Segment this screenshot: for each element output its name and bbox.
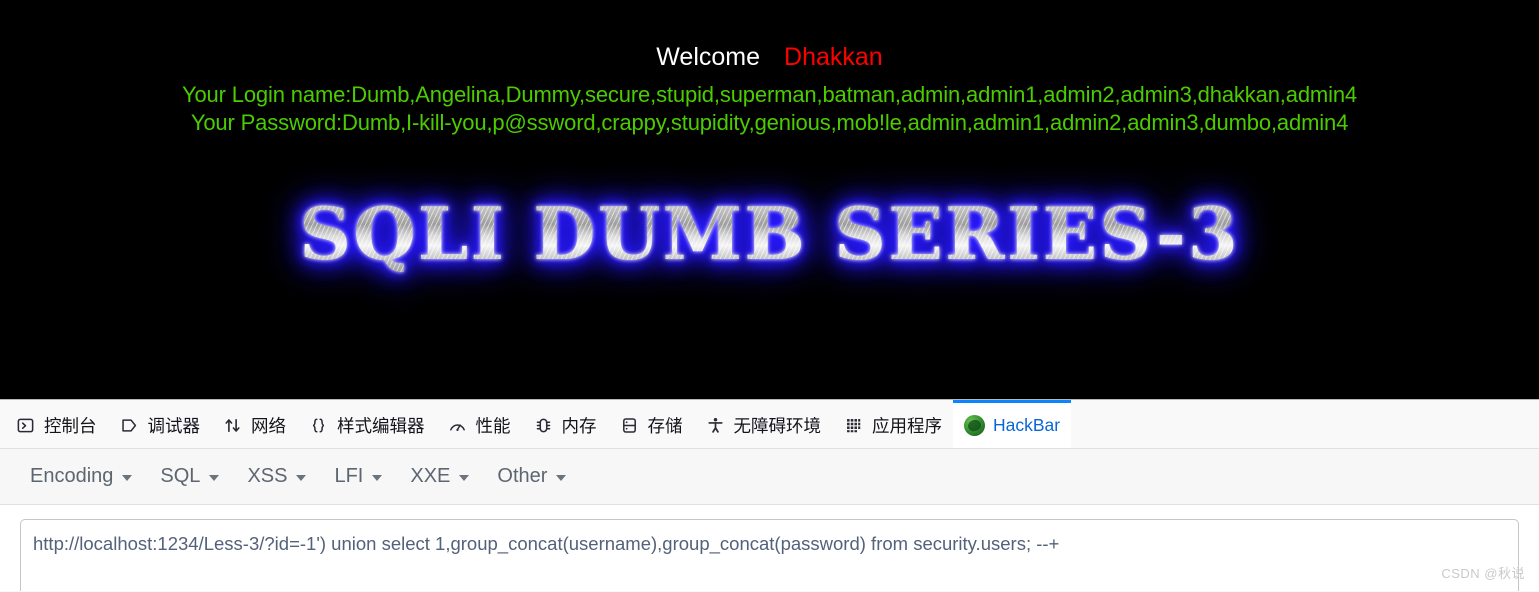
chevron-down-icon xyxy=(556,475,567,481)
tab-hackbar-label: HackBar xyxy=(993,415,1061,435)
hackbar-icon xyxy=(964,415,985,436)
sqli-logo-banner: SQLI DUMB SERIES-3 xyxy=(0,186,1539,306)
tab-debugger[interactable]: 调试器 xyxy=(108,400,212,448)
tab-style-editor-label: 样式编辑器 xyxy=(337,416,425,436)
menu-sql-label: SQL xyxy=(160,465,201,487)
tab-memory[interactable]: 内存 xyxy=(522,400,608,448)
console-icon xyxy=(15,415,36,436)
chevron-down-icon xyxy=(459,475,470,481)
web-page-content: Welcome Dhakkan Your Login name:Dumb,Ange… xyxy=(0,0,1539,399)
chevron-down-icon xyxy=(372,475,383,481)
sqli-logo-text: SQLI DUMB SERIES-3 xyxy=(299,186,1240,282)
debugger-icon xyxy=(119,415,140,436)
devtools-panel: 控制台 调试器 网络 样式编辑器 性能 内存 存储 无障碍环境 应用程序 Hac… xyxy=(0,399,1539,592)
tab-performance[interactable]: 性能 xyxy=(436,400,522,448)
tab-style-editor[interactable]: 样式编辑器 xyxy=(297,400,436,448)
welcome-heading: Welcome Dhakkan xyxy=(0,42,1539,72)
menu-xxe-label: XXE xyxy=(410,465,451,487)
memory-icon xyxy=(533,415,554,436)
tab-performance-label: 性能 xyxy=(475,416,511,436)
tab-application-label: 应用程序 xyxy=(872,416,942,436)
csdn-watermark: CSDN @秋说 xyxy=(1441,566,1525,581)
tab-console-label: 控制台 xyxy=(44,416,97,436)
menu-xxe[interactable]: XXE xyxy=(396,461,483,492)
menu-encoding[interactable]: Encoding xyxy=(16,461,146,492)
devtools-tab-bar: 控制台 调试器 网络 样式编辑器 性能 内存 存储 无障碍环境 应用程序 Hac… xyxy=(0,400,1539,449)
tab-network[interactable]: 网络 xyxy=(211,400,297,448)
tab-storage-label: 存储 xyxy=(647,416,683,436)
menu-other-label: Other xyxy=(497,465,548,487)
tab-debugger-label: 调试器 xyxy=(147,416,201,436)
style-editor-icon xyxy=(308,415,329,436)
tab-accessibility-label: 无障碍环境 xyxy=(733,416,822,436)
tab-hackbar[interactable]: HackBar xyxy=(953,400,1072,448)
chevron-down-icon xyxy=(122,475,133,481)
menu-encoding-label: Encoding xyxy=(30,465,114,487)
storage-icon xyxy=(619,415,640,436)
performance-icon xyxy=(447,415,468,436)
menu-xss[interactable]: XSS xyxy=(233,461,320,492)
tab-memory-label: 内存 xyxy=(561,416,597,436)
application-icon xyxy=(843,415,864,436)
welcome-username: Dhakkan xyxy=(784,43,883,71)
url-input[interactable] xyxy=(20,519,1519,591)
menu-lfi[interactable]: LFI xyxy=(320,461,396,492)
hackbar-menu-bar: Encoding SQL XSS LFI XXE Other xyxy=(0,449,1539,505)
menu-xss-label: XSS xyxy=(247,465,288,487)
tab-console[interactable]: 控制台 xyxy=(4,400,108,448)
accessibility-icon xyxy=(705,415,726,436)
login-names-line: Your Login name:Dumb,Angelina,Dummy,secu… xyxy=(181,82,1358,107)
welcome-label: Welcome xyxy=(656,43,761,71)
tab-accessibility[interactable]: 无障碍环境 xyxy=(694,400,833,448)
chevron-down-icon xyxy=(209,475,220,481)
menu-sql[interactable]: SQL xyxy=(146,461,233,492)
tab-network-label: 网络 xyxy=(251,416,286,436)
tab-storage[interactable]: 存储 xyxy=(608,400,694,448)
tab-application[interactable]: 应用程序 xyxy=(832,400,953,448)
hackbar-request-area xyxy=(0,505,1539,591)
network-icon xyxy=(222,415,243,436)
menu-other[interactable]: Other xyxy=(483,461,580,492)
menu-lfi-label: LFI xyxy=(334,465,364,487)
chevron-down-icon xyxy=(296,475,307,481)
passwords-line: Your Password:Dumb,I-kill-you,p@ssword,c… xyxy=(190,110,1349,135)
